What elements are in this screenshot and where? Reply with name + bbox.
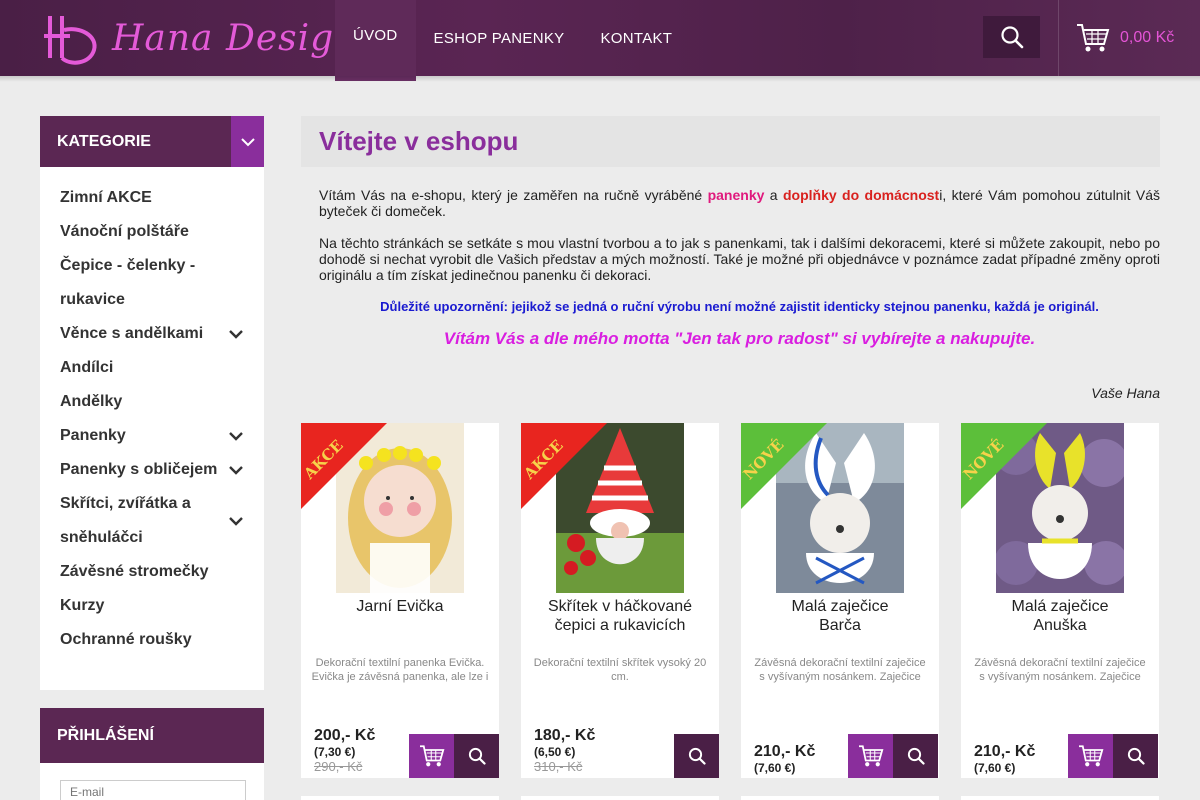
product-name[interactable]: Malá zaječice Barča [785, 597, 895, 635]
signature: Vaše Hana [1091, 385, 1160, 401]
price-eur: (7,60 €) [974, 761, 1016, 775]
chevron-down-icon[interactable] [228, 328, 244, 340]
search-icon [1000, 26, 1023, 49]
category-ochranne-rousky[interactable]: Ochranné roušky [40, 623, 264, 657]
chevron-down-icon[interactable] [228, 515, 244, 527]
price: 210,- Kč [754, 743, 816, 760]
price: 200,- Kč [314, 727, 376, 744]
product-detail-button[interactable] [674, 734, 719, 778]
product-description: Závěsná dekorační textilní zaječice s vy… [754, 657, 926, 683]
motto: Vítám Vás a dle mého motta "Jen tak pro … [443, 329, 1036, 348]
sale-ribbon: AKCE [521, 423, 607, 509]
logo[interactable]: Hana Design [40, 8, 358, 68]
product-detail-button[interactable] [1113, 734, 1158, 778]
search-icon [907, 747, 925, 765]
product-name[interactable]: Skřítek v háčkované čepici a rukavicích [531, 597, 709, 635]
product-card[interactable]: AKCE Skřítek v háčkované čepici a rukavi… [521, 423, 719, 778]
intro-paragraph-1: Vítám Vás na e-shopu, který je zaměřen n… [319, 187, 1160, 219]
categories-header: KATEGORIE [40, 116, 264, 167]
cart-icon [858, 745, 883, 767]
categories-toggle[interactable] [231, 116, 264, 167]
logo-icon [44, 16, 97, 65]
product-card-next [301, 796, 499, 800]
price-eur: (7,60 €) [754, 761, 796, 775]
product-card-next [521, 796, 719, 800]
product-description: Dekorační textilní panenka Evička. Evičk… [311, 657, 489, 683]
category-zavesne-stromecky[interactable]: Závěsné stromečky [40, 555, 264, 589]
category-andelky[interactable]: Andělky [40, 385, 264, 419]
page-title: Vítejte v eshopu [319, 126, 519, 156]
cart-icon [1077, 24, 1110, 52]
cart-icon [1078, 745, 1103, 767]
add-to-cart-button[interactable] [409, 734, 454, 778]
main-nav: ÚVOD ESHOP PANENKY KONTAKT [335, 0, 690, 81]
product-detail-button[interactable] [893, 734, 938, 778]
price-block: 210,- Kč (7,60 €) [754, 743, 815, 775]
product-name[interactable]: Malá zaječice Anuška [1005, 597, 1115, 635]
search-icon [468, 747, 486, 765]
add-to-cart-button[interactable] [848, 734, 893, 778]
login-form [40, 763, 264, 800]
product-card[interactable]: NOVÉ Malá zaječice Barča Závěsná dekorač… [741, 423, 939, 778]
logo-text: Hana Design [112, 17, 359, 59]
login-title: PŘIHLÁŠENÍ [57, 726, 154, 744]
site-header: Hana Design ÚVOD ESHOP PANENKY KONTAKT 0… [0, 0, 1200, 82]
email-field[interactable] [60, 780, 246, 800]
search-button[interactable] [983, 16, 1040, 58]
intro-paragraph-2: Na těchto stránkách se setkáte s mou vla… [319, 235, 1160, 283]
new-ribbon: NOVÉ [741, 423, 827, 509]
categories-title: KATEGORIE [57, 132, 151, 150]
category-vence[interactable]: Věnce s andělkami [40, 317, 264, 351]
cart-button[interactable]: 0,00 Kč [1076, 22, 1174, 54]
search-icon [688, 747, 706, 765]
nav-kontakt[interactable]: KONTAKT [582, 0, 690, 76]
product-card[interactable]: NOVÉ Malá zaječice Anuška Závěsná dekora… [961, 423, 1159, 778]
category-vanocni-polstare[interactable]: Vánoční polštáře [40, 215, 264, 249]
product-card[interactable]: AKCE Jarní Evička Dekorační textilní pan… [301, 423, 499, 778]
header-divider [1058, 0, 1059, 76]
price: 180,- Kč [534, 727, 596, 744]
price-eur: (7,30 €) [314, 745, 356, 759]
intro-text: Vítám Vás na e-shopu, který je zaměřen n… [319, 187, 1160, 299]
price-block: 210,- Kč (7,60 €) [974, 743, 1035, 775]
price-block: 180,- Kč (6,50 €) 310,- Kč [534, 727, 595, 775]
nav-uvod[interactable]: ÚVOD [335, 0, 416, 81]
chevron-down-icon[interactable] [228, 430, 244, 442]
category-andilci[interactable]: Andílci [40, 351, 264, 385]
search-icon [1127, 747, 1145, 765]
welcome-header: Vítejte v eshopu [301, 116, 1160, 167]
new-ribbon: NOVÉ [961, 423, 1047, 509]
product-card-next [961, 796, 1159, 800]
chevron-down-icon[interactable] [228, 464, 244, 476]
price-block: 200,- Kč (7,30 €) 290,- Kč [314, 727, 375, 775]
product-description: Závěsná dekorační textilní zaječice s vy… [974, 657, 1146, 683]
chevron-down-icon [240, 137, 255, 146]
category-cepice[interactable]: Čepice - čelenky - rukavice [40, 249, 264, 317]
product-description: Dekorační textilní skřítek vysoký 20 cm. [533, 657, 707, 683]
price: 210,- Kč [974, 743, 1036, 760]
category-panenky-s-oblicejem[interactable]: Panenky s obličejem [40, 453, 264, 487]
price-old: 310,- Kč [534, 759, 583, 774]
add-to-cart-button[interactable] [1068, 734, 1113, 778]
sale-ribbon: AKCE [301, 423, 387, 509]
category-zimni-akce[interactable]: Zimní AKCE [40, 181, 264, 215]
category-kurzy[interactable]: Kurzy [40, 589, 264, 623]
category-panenky[interactable]: Panenky [40, 419, 264, 453]
cart-icon [419, 745, 444, 767]
category-skritci[interactable]: Skřítci, zvířátka a sněhuláčci [40, 487, 264, 555]
product-card-next [741, 796, 939, 800]
price-old: 290,- Kč [314, 759, 363, 774]
product-detail-button[interactable] [454, 734, 499, 778]
product-name[interactable]: Jarní Evička [311, 597, 489, 616]
login-header: PŘIHLÁŠENÍ [40, 708, 264, 763]
category-list: Zimní AKCE Vánoční polštáře Čepice - čel… [40, 167, 264, 690]
cart-total: 0,00 Kč [1120, 29, 1175, 46]
important-notice: Důležité upozornění: jejikož se jedná o … [380, 299, 1099, 314]
price-eur: (6,50 €) [534, 745, 576, 759]
nav-eshop-panenky[interactable]: ESHOP PANENKY [416, 0, 583, 76]
